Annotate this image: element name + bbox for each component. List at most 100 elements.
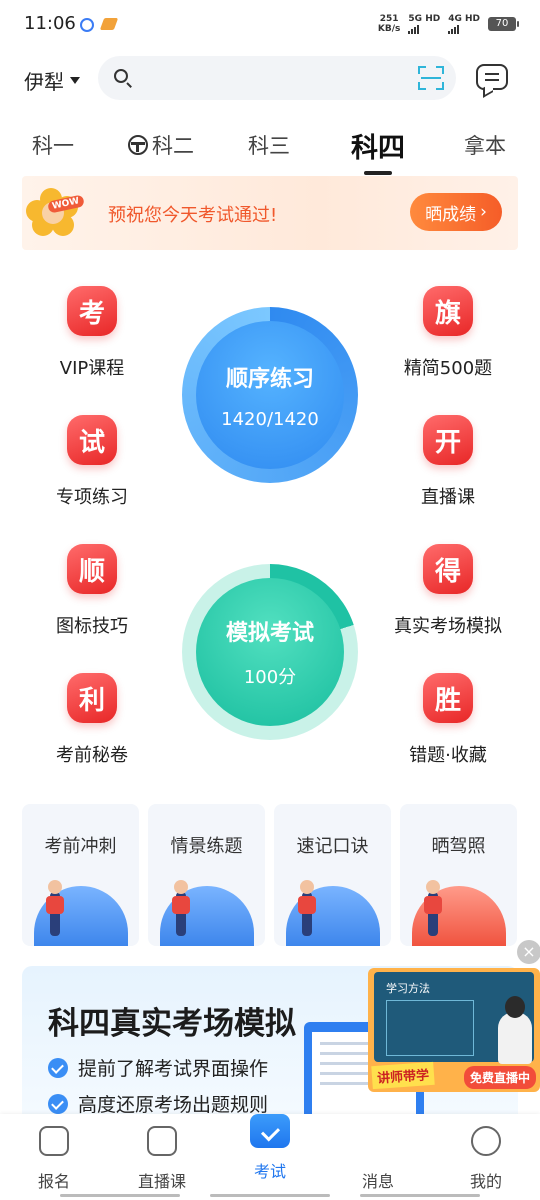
flower-mascot-icon: WOW — [26, 186, 85, 238]
feature-streamlined-500[interactable]: 旗 精简500题 — [378, 286, 518, 380]
tab-ke-si[interactable]: 科四 — [351, 126, 405, 175]
subject-tabs: 科一 科二 科三 科四 拿本 — [0, 120, 540, 175]
nav-label: 消息 — [361, 1172, 394, 1191]
shi-badge-icon: 试 — [67, 415, 117, 465]
exam-score: 100分 — [243, 667, 297, 688]
show-score-button[interactable]: 晒成绩 › — [410, 193, 502, 231]
signal-5g-label: 5G HD — [408, 14, 441, 24]
tab-ke-er[interactable]: 科二 — [128, 130, 194, 160]
nav-exam[interactable]: 考试 — [230, 1114, 310, 1182]
nav-live[interactable]: 直播课 — [122, 1126, 202, 1192]
tab-ke-yi[interactable]: 科一 — [32, 130, 74, 160]
feature-label: 专项练习 — [56, 487, 128, 508]
tab-label: 拿本 — [464, 134, 506, 158]
message-icon[interactable] — [476, 64, 508, 90]
exam-icon — [250, 1114, 290, 1148]
sheng-badge-icon: 胜 — [423, 673, 473, 723]
ad-tag-teacher: 讲师带学 — [371, 1061, 435, 1090]
ad-board-title: 学习方法 — [386, 982, 430, 995]
feature-label: 直播课 — [421, 487, 475, 508]
li-badge-icon: 利 — [67, 673, 117, 723]
person-illustration-icon — [172, 880, 190, 936]
kai-badge-icon: 开 — [423, 415, 473, 465]
kao-badge-icon: 考 — [67, 286, 117, 336]
card-title: 晒驾照 — [431, 836, 486, 857]
feature-label: VIP课程 — [59, 358, 125, 379]
network-speed-unit: KB/s — [377, 24, 401, 34]
signal-bars-icon — [448, 24, 480, 34]
rocket-illustration-icon — [34, 886, 128, 946]
card-title: 速记口诀 — [296, 836, 369, 857]
card-pre-exam-sprint[interactable]: 考前冲刺 — [22, 804, 139, 946]
feature-wrong-favorites[interactable]: 胜 错题·收藏 — [378, 673, 518, 767]
profile-icon — [471, 1126, 501, 1156]
app-notification-icon — [80, 18, 94, 32]
card-show-license[interactable]: 晒驾照 — [400, 804, 517, 946]
feature-vip-course[interactable]: 考 VIP课程 — [22, 286, 162, 380]
promo-title: 科四真实考场模拟 — [48, 1006, 296, 1042]
feature-sign-tips[interactable]: 顺 图标技巧 — [22, 544, 162, 638]
show-score-label: 晒成绩 — [425, 204, 477, 225]
scan-icon[interactable] — [418, 66, 444, 90]
card-title: 情景练题 — [170, 836, 243, 857]
promo-item-text: 高度还原考场出题规则 — [78, 1094, 269, 1116]
person-illustration-icon — [46, 880, 64, 936]
license-illustration-icon — [412, 886, 506, 946]
promo-item: 提前了解考试界面操作 — [48, 1054, 268, 1081]
signal-4g: 4G HD — [448, 14, 480, 34]
search-input[interactable] — [142, 64, 392, 92]
tab-label: 科二 — [152, 134, 194, 158]
congrats-banner[interactable]: WOW 预祝您今天考试通过! 晒成绩 › — [22, 176, 518, 250]
signal-bars-icon — [408, 24, 440, 34]
caret-down-icon — [70, 77, 80, 84]
banner-text: 预祝您今天考试通过! — [108, 205, 278, 226]
battery-icon: 70 — [488, 17, 519, 31]
teacher-illustration-icon — [498, 996, 532, 1064]
nav-signup[interactable]: 报名 — [14, 1126, 94, 1192]
status-bar: 11:06 251 KB/s 5G HD 4G HD 70 — [0, 0, 540, 50]
feature-label: 精简500题 — [403, 358, 493, 379]
tab-na-ben[interactable]: 拿本 — [464, 130, 506, 160]
live-teacher-ad[interactable]: 学习方法 讲师带学 免费直播中 — [368, 968, 540, 1092]
feature-live-class[interactable]: 开 直播课 — [378, 415, 518, 509]
de-badge-icon: 得 — [423, 544, 473, 594]
ad-board-lines — [386, 1000, 474, 1056]
nav-label: 考试 — [253, 1162, 286, 1181]
tab-active-indicator — [364, 171, 392, 175]
person-illustration-icon — [298, 880, 316, 936]
chevron-right-icon: › — [480, 202, 487, 222]
signal-4g-label: 4G HD — [448, 14, 480, 24]
ad-tag-live: 免费直播中 — [463, 1066, 536, 1089]
network-speed: 251 KB/s — [378, 14, 400, 34]
feature-real-exam-sim[interactable]: 得 真实考场模拟 — [378, 544, 518, 638]
practice-title: 顺序练习 — [225, 366, 314, 392]
mock-exam-button[interactable]: 模拟考试 100分 — [182, 564, 358, 740]
nav-label: 报名 — [37, 1172, 70, 1191]
card-scenario-practice[interactable]: 情景练题 — [148, 804, 265, 946]
nav-messages[interactable]: 消息 — [338, 1126, 418, 1192]
card-title: 考前冲刺 — [44, 836, 117, 857]
qi-badge-icon: 旗 — [423, 286, 473, 336]
search-bar[interactable] — [98, 56, 456, 100]
feature-special-practice[interactable]: 试 专项练习 — [22, 415, 162, 509]
message-icon — [363, 1126, 393, 1156]
feature-secret-paper[interactable]: 利 考前秘卷 — [22, 673, 162, 767]
nav-profile[interactable]: 我的 — [446, 1126, 526, 1192]
shun-badge-icon: 顺 — [67, 544, 117, 594]
city-selector[interactable]: 伊犁 — [24, 66, 80, 95]
signup-icon — [39, 1126, 69, 1156]
sequential-practice-button[interactable]: 顺序练习 1420/1420 — [182, 307, 358, 483]
feature-label: 真实考场模拟 — [394, 616, 502, 637]
blackboard-illustration-icon: 学习方法 — [374, 972, 534, 1064]
tab-label: 科一 — [32, 134, 74, 158]
close-icon[interactable]: × — [517, 940, 540, 964]
promo-item: 高度还原考场出题规则 — [48, 1090, 268, 1116]
live-icon — [147, 1126, 177, 1156]
check-icon — [48, 1093, 68, 1114]
status-time: 11:06 — [24, 13, 76, 34]
signal-5g: 5G HD — [408, 14, 440, 34]
card-mnemonics[interactable]: 速记口诀 — [274, 804, 391, 946]
tab-ke-san[interactable]: 科三 — [248, 130, 290, 160]
feature-label: 考前秘卷 — [56, 745, 128, 766]
feature-label: 图标技巧 — [56, 616, 128, 637]
